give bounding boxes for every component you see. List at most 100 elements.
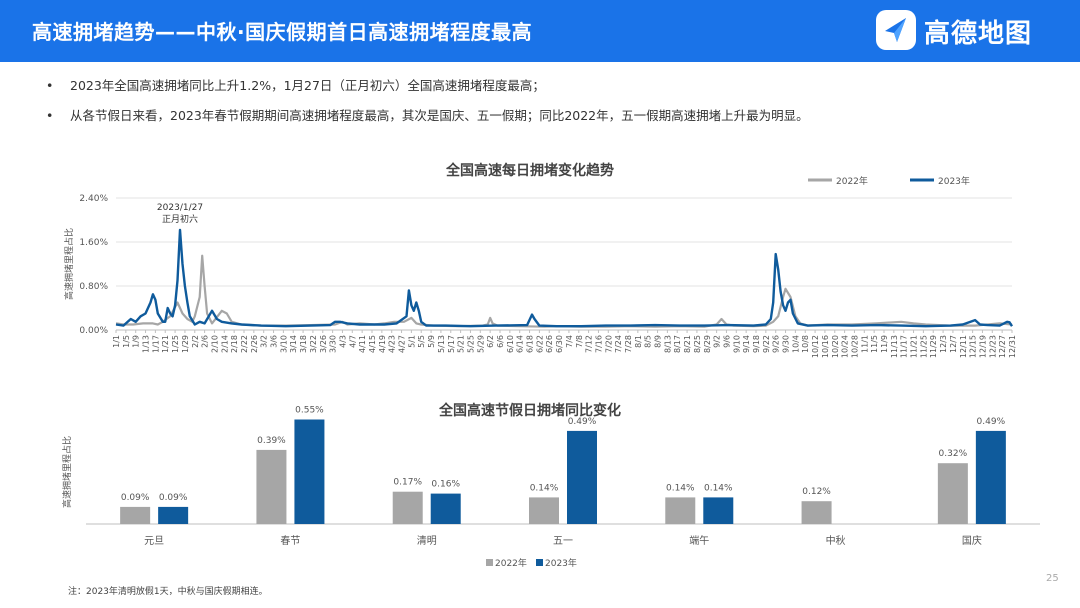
amap-logo-icon bbox=[876, 10, 916, 50]
bullet-item: • 2023年全国高速拥堵同比上升1.2%，1月27日（正月初六）全国高速拥堵程… bbox=[46, 76, 1046, 106]
x-tick-label: 5/13 bbox=[437, 335, 446, 353]
x-tick-label: 8/21 bbox=[683, 335, 692, 353]
page-number: 25 bbox=[1046, 573, 1059, 584]
x-tick-label: 5/9 bbox=[427, 335, 436, 348]
header-bar: 高速拥堵趋势——中秋·国庆假期首日高速拥堵程度最高 高德地图 bbox=[0, 0, 1080, 62]
category-label: 元旦 bbox=[144, 535, 164, 547]
x-tick-label: 2/14 bbox=[220, 335, 229, 353]
x-tick-label: 7/8 bbox=[575, 335, 584, 348]
x-tick-label: 10/28 bbox=[850, 335, 859, 358]
category-label: 五一 bbox=[553, 536, 573, 547]
legend-label: 2022年 bbox=[495, 557, 527, 569]
x-tick-label: 1/13 bbox=[142, 335, 151, 353]
series-line-2022 bbox=[115, 254, 1013, 328]
x-tick-label: 7/24 bbox=[614, 335, 623, 353]
x-tick-label: 8/29 bbox=[703, 335, 712, 353]
logo-text: 高德地图 bbox=[924, 19, 1033, 49]
bar-value-label: 0.09% bbox=[121, 493, 150, 503]
y-tick-label: 1.60% bbox=[79, 238, 108, 248]
x-tick-label: 5/25 bbox=[466, 335, 475, 353]
x-tick-label: 2/2 bbox=[191, 335, 200, 348]
x-tick-label: 11/9 bbox=[880, 335, 889, 353]
x-tick-label: 6/6 bbox=[496, 335, 505, 348]
x-tick-label: 6/10 bbox=[506, 335, 515, 353]
x-tick-label: 10/16 bbox=[821, 335, 830, 358]
holiday-congestion-bar-chart: 全国高速节假日拥堵同比变化高速拥堵里程占比元旦0.09% 0.09%春节0.39%… bbox=[61, 402, 1040, 569]
x-tick-label: 7/4 bbox=[565, 335, 574, 348]
x-tick-label: 2/6 bbox=[201, 335, 210, 348]
footnote: 注：2023年清明放假1天，中秋与国庆假期相连。 bbox=[68, 587, 268, 597]
bar-2022 bbox=[256, 449, 287, 524]
x-tick-label: 5/1 bbox=[407, 335, 416, 348]
category-label: 端午 bbox=[689, 534, 709, 547]
x-tick-label: 7/12 bbox=[585, 335, 594, 353]
x-tick-label: 7/20 bbox=[604, 335, 613, 353]
legend-label: 2023年 bbox=[938, 175, 970, 187]
x-tick-label: 4/3 bbox=[338, 335, 347, 348]
bar-2022 bbox=[392, 491, 423, 524]
x-tick-label: 1/25 bbox=[171, 335, 180, 353]
x-tick-label: 9/6 bbox=[722, 335, 731, 348]
x-tick-label: 7/28 bbox=[624, 335, 633, 353]
x-tick-label: 3/26 bbox=[319, 335, 328, 353]
legend-swatch bbox=[536, 559, 543, 566]
x-tick-label: 9/14 bbox=[742, 335, 751, 353]
bar-value-label: 0.16% bbox=[431, 480, 460, 490]
x-tick-label: 3/30 bbox=[329, 335, 338, 353]
bar-2023 bbox=[975, 430, 1006, 524]
x-tick-label: 1/9 bbox=[132, 335, 141, 348]
x-tick-label: 1/29 bbox=[181, 335, 190, 353]
bar-value-label: 0.12% bbox=[802, 487, 831, 497]
bullet-item: • 从各节假日来看，2023年春节假期期间高速拥堵程度最高，其次是国庆、五一假期… bbox=[46, 106, 1046, 136]
x-tick-label: 8/1 bbox=[634, 335, 643, 348]
category-label: 国庆 bbox=[962, 534, 982, 547]
x-tick-label: 1/17 bbox=[151, 335, 160, 353]
bar-2023 bbox=[294, 419, 325, 524]
legend-label: 2023年 bbox=[545, 557, 577, 569]
x-tick-label: 8/17 bbox=[673, 335, 682, 353]
bar-value-label: 0.55% bbox=[295, 406, 324, 416]
bullet-marker: • bbox=[46, 78, 54, 93]
bar-value-label: 0.39% bbox=[257, 436, 286, 446]
bar-value-label: 0.14% bbox=[666, 483, 695, 493]
x-tick-label: 12/7 bbox=[949, 335, 958, 353]
x-tick-label: 12/27 bbox=[998, 335, 1007, 358]
x-tick-label: 10/20 bbox=[831, 335, 840, 358]
x-tick-label: 9/30 bbox=[782, 335, 791, 353]
x-tick-label: 5/29 bbox=[476, 335, 485, 353]
legend-label: 2022年 bbox=[836, 175, 868, 187]
bar-2023 bbox=[567, 430, 597, 524]
x-tick-label: 1/21 bbox=[161, 335, 170, 353]
x-tick-label: 8/5 bbox=[644, 335, 653, 348]
x-tick-label: 4/19 bbox=[378, 335, 387, 353]
x-tick-label: 12/11 bbox=[959, 335, 968, 358]
y-axis-label: 高速拥堵里程占比 bbox=[61, 436, 73, 508]
x-tick-label: 4/23 bbox=[388, 335, 397, 353]
x-tick-label: 2/26 bbox=[250, 335, 259, 353]
bar-2022 bbox=[120, 506, 151, 524]
y-tick-label: 0.00% bbox=[79, 326, 108, 336]
x-tick-label: 3/22 bbox=[309, 335, 318, 353]
bar-value-label: 0.14% bbox=[704, 483, 733, 493]
x-tick-label: 10/12 bbox=[811, 335, 820, 358]
x-tick-label: 2/22 bbox=[240, 335, 249, 353]
bar-2022 bbox=[665, 497, 696, 524]
chart-title: 全国高速每日拥堵变化趋势 bbox=[445, 162, 614, 179]
category-label: 春节 bbox=[280, 535, 300, 547]
x-tick-label: 9/10 bbox=[732, 335, 741, 353]
x-tick-label: 8/25 bbox=[693, 335, 702, 353]
x-tick-label: 4/15 bbox=[368, 335, 377, 353]
x-tick-label: 7/16 bbox=[594, 335, 603, 353]
x-tick-label: 6/30 bbox=[555, 335, 564, 353]
bar-2023 bbox=[158, 506, 189, 524]
x-tick-label: 6/14 bbox=[516, 335, 525, 353]
x-tick-label: 4/7 bbox=[348, 335, 357, 348]
x-tick-label: 11/5 bbox=[870, 335, 879, 353]
x-tick-label: 1/5 bbox=[122, 335, 131, 348]
x-tick-label: 11/21 bbox=[910, 335, 919, 358]
x-tick-label: 10/4 bbox=[791, 335, 800, 353]
bar-value-label: 0.09% bbox=[159, 493, 188, 503]
x-tick-label: 5/5 bbox=[417, 335, 426, 348]
y-tick-label: 2.40% bbox=[79, 194, 108, 204]
x-tick-label: 8/9 bbox=[654, 335, 663, 348]
